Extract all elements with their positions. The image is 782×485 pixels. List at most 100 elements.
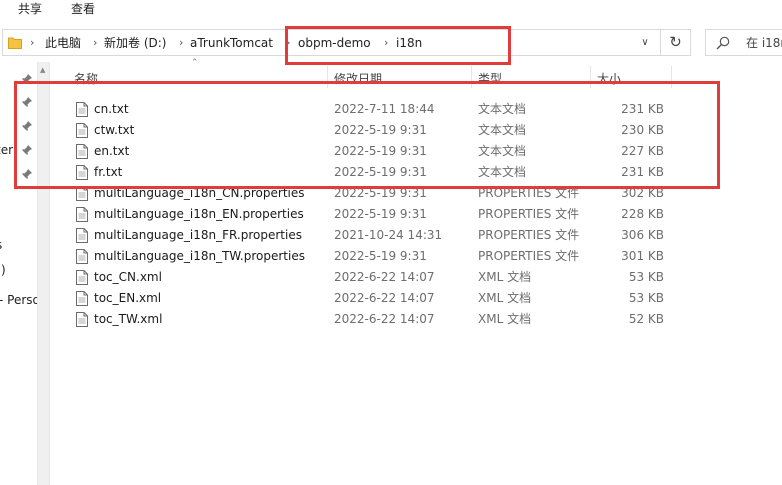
pin-icon[interactable] [21,168,33,180]
column-divider[interactable] [671,66,672,88]
file-size: 230 KB [621,123,664,137]
file-row[interactable]: fr.txt 2022-5-19 9:31 文本文档 231 KB [52,162,782,183]
chevron-right-icon: › [30,36,35,49]
file-date: 2022-5-19 9:31 [334,123,427,137]
file-name: multiLanguage_i18n_CN.properties [94,186,305,200]
file-type: 文本文档 [478,102,527,116]
scroll-up-icon[interactable]: ▲ [40,66,45,74]
column-header-date[interactable]: 修改日期 [334,70,382,87]
file-type: XML 文档 [478,291,532,305]
file-size: 231 KB [621,165,664,179]
file-type: XML 文档 [478,312,532,326]
chevron-down-icon[interactable]: ∨ [639,37,651,49]
pin-icon[interactable] [21,144,33,156]
file-name: toc_EN.xml [94,291,162,305]
file-name: multiLanguage_i18n_FR.properties [94,228,302,242]
nav-item-fragment[interactable]: s [0,238,2,252]
folder-icon [8,37,22,49]
file-name: en.txt [94,144,130,158]
column-divider[interactable] [590,66,591,88]
breadcrumb-this-pc[interactable]: 此电脑 [45,30,81,57]
file-type: PROPERTIES 文件 [478,186,580,200]
nav-item-fragment[interactable]: :) [0,263,6,277]
ribbon-tab-share[interactable]: 共享 [10,0,50,18]
file-date: 2022-6-22 14:07 [334,291,435,305]
nav-item-fragment[interactable]: ter [0,143,13,157]
document-icon [76,249,88,264]
search-input[interactable]: 在 i18n [705,29,782,56]
column-divider[interactable] [327,66,328,88]
chevron-right-icon: › [179,36,184,49]
document-icon [76,312,88,327]
address-bar[interactable]: › 此电脑 › 新加卷 (D:) › aTrunkTomcat › obpm-d… [2,29,661,56]
file-size: 302 KB [621,186,664,200]
chevron-right-icon: › [286,36,291,49]
file-row[interactable]: multiLanguage_i18n_EN.properties 2022-5-1… [52,204,782,225]
file-size: 306 KB [621,228,664,242]
file-type: XML 文档 [478,270,532,284]
file-row[interactable]: cn.txt 2022-7-11 18:44 文本文档 231 KB [52,99,782,120]
document-icon [76,102,88,117]
file-date: 2022-7-11 18:44 [334,102,435,116]
pin-icon[interactable] [21,120,33,132]
breadcrumb-i18n[interactable]: i18n [396,30,422,57]
document-icon [76,270,88,285]
file-date: 2022-5-19 9:31 [334,249,427,263]
file-name: toc_TW.xml [94,312,163,326]
file-type: PROPERTIES 文件 [478,249,580,263]
file-type: PROPERTIES 文件 [478,228,580,242]
pin-icon[interactable] [21,96,33,108]
file-type: 文本文档 [478,165,527,179]
file-size: 52 KB [628,312,664,326]
file-type: 文本文档 [478,123,527,137]
breadcrumb-atrunktomcat[interactable]: aTrunkTomcat [190,30,273,57]
file-name: ctw.txt [94,123,135,137]
file-list: cn.txt 2022-7-11 18:44 文本文档 231 KB ctw.txt 20… [52,99,782,330]
file-name: multiLanguage_i18n_EN.properties [94,207,304,221]
column-divider[interactable] [471,66,472,88]
refresh-button[interactable]: ↻ [661,29,691,56]
file-row[interactable]: multiLanguage_i18n_FR.properties 2021-10-… [52,225,782,246]
file-name: cn.txt [94,102,129,116]
ribbon: 共享 查看 [0,0,782,24]
file-size: 231 KB [621,102,664,116]
column-header-row: 名称 修改日期 类型 大小 [52,66,782,88]
document-icon [76,165,88,180]
column-header-size[interactable]: 大小 [597,70,621,87]
document-icon [76,207,88,222]
file-row[interactable]: toc_EN.xml 2022-6-22 14:07 XML 文档 53 KB [52,288,782,309]
document-icon [76,186,88,201]
file-size: 301 KB [621,249,664,263]
file-row[interactable]: toc_TW.xml 2022-6-22 14:07 XML 文档 52 KB [52,309,782,330]
search-icon [716,36,730,50]
file-type: PROPERTIES 文件 [478,207,580,221]
file-name: toc_CN.xml [94,270,162,284]
file-row[interactable]: multiLanguage_i18n_CN.properties 2022-5-1… [52,183,782,204]
file-date: 2022-6-22 14:07 [334,312,435,326]
file-row[interactable]: ctw.txt 2022-5-19 9:31 文本文档 230 KB [52,120,782,141]
document-icon [76,123,88,138]
file-size: 227 KB [621,144,664,158]
breadcrumb-obpm-demo[interactable]: obpm-demo [298,30,371,57]
file-row[interactable]: multiLanguage_i18n_TW.properties 2022-5-1… [52,246,782,267]
search-placeholder: 在 i18n [746,36,782,50]
file-row[interactable]: toc_CN.xml 2022-6-22 14:07 XML 文档 53 KB [52,267,782,288]
file-size: 53 KB [628,270,664,284]
file-name: fr.txt [94,165,123,179]
file-date: 2021-10-24 14:31 [334,228,443,242]
pin-icon[interactable] [21,73,33,85]
file-row[interactable]: en.txt 2022-5-19 9:31 文本文档 227 KB [52,141,782,162]
column-header-type[interactable]: 类型 [478,70,502,87]
address-row: › 此电脑 › 新加卷 (D:) › aTrunkTomcat › obpm-d… [0,26,782,62]
breadcrumb-drive-d[interactable]: 新加卷 (D:) [104,30,166,57]
ribbon-tab-view[interactable]: 查看 [63,0,103,18]
document-icon [76,228,88,243]
chevron-right-icon: › [93,36,98,49]
file-date: 2022-6-22 14:07 [334,270,435,284]
column-header-name[interactable]: 名称 [74,70,98,87]
file-date: 2022-5-19 9:31 [334,207,427,221]
file-date: 2022-5-19 9:31 [334,186,427,200]
nav-item-fragment[interactable]: - Perso [0,293,37,307]
file-date: 2022-5-19 9:31 [334,144,427,158]
nav-scrollbar[interactable] [37,62,50,485]
